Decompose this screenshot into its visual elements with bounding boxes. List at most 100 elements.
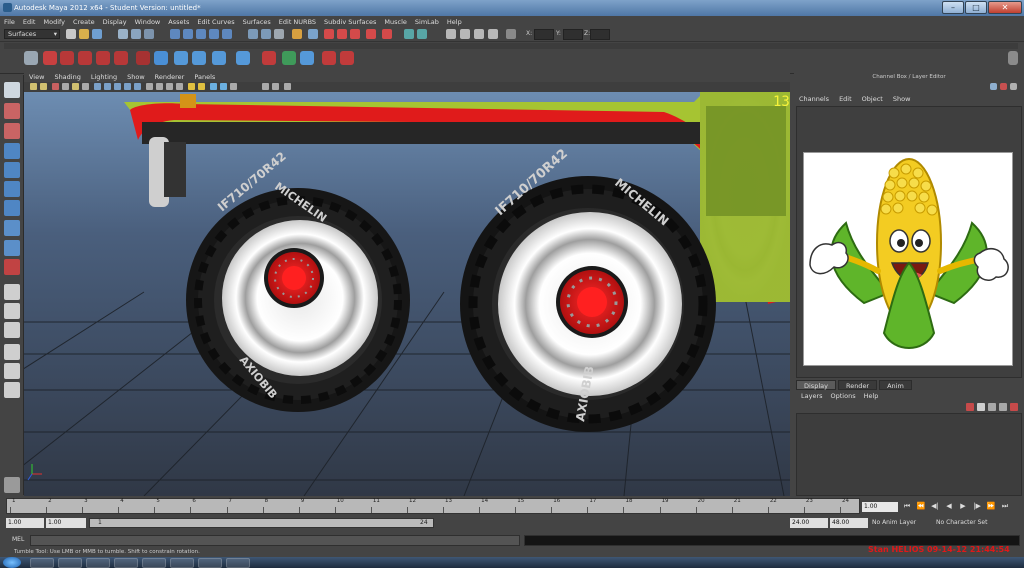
- shelf-ep-curve-icon[interactable]: [96, 51, 110, 65]
- shelf-boundary-icon[interactable]: [282, 51, 296, 65]
- animation-end-field[interactable]: 48.00: [830, 518, 868, 528]
- layer-list[interactable]: [796, 413, 1022, 496]
- menu-simlab[interactable]: SimLab: [415, 18, 439, 26]
- tab-display[interactable]: Display: [796, 380, 836, 390]
- z-input[interactable]: [590, 29, 610, 40]
- go-to-start-button[interactable]: ⏮: [902, 502, 912, 511]
- panel-menu-renderer[interactable]: Renderer: [155, 73, 185, 81]
- panel-menu-panels[interactable]: Panels: [194, 73, 215, 81]
- question-icon[interactable]: [274, 29, 284, 39]
- menu-edit-curves[interactable]: Edit Curves: [197, 18, 234, 26]
- render-view-icon[interactable]: [308, 29, 318, 39]
- rotate-tool-icon[interactable]: [4, 162, 20, 178]
- command-input[interactable]: [30, 535, 520, 546]
- xray-joints-icon[interactable]: [220, 83, 227, 90]
- panel-menu-shading[interactable]: Shading: [54, 73, 80, 81]
- taskbar-maya-icon[interactable]: [114, 558, 138, 568]
- tab-render[interactable]: Render: [837, 380, 878, 390]
- lasso-tool-icon[interactable]: [4, 103, 20, 119]
- render-settings-icon[interactable]: [350, 29, 360, 39]
- move-tool-icon[interactable]: [4, 143, 20, 159]
- shelf-arc-icon[interactable]: [136, 51, 150, 65]
- history-icon[interactable]: [248, 29, 258, 39]
- panel-menu-show[interactable]: Show: [127, 73, 145, 81]
- range-slider[interactable]: [89, 518, 434, 528]
- hud-icon[interactable]: [262, 83, 269, 90]
- two-d-pan-icon[interactable]: [62, 83, 69, 90]
- snap-point-icon[interactable]: [196, 29, 206, 39]
- shelf-revolve-icon[interactable]: [154, 51, 168, 65]
- shelf-loft-icon[interactable]: [192, 51, 206, 65]
- anim-layer-selector[interactable]: No Anim Layer: [872, 519, 916, 526]
- shelf-tab-strip[interactable]: [4, 43, 1018, 49]
- tool-options-icon[interactable]: [4, 477, 20, 493]
- layout-hypershade-icon[interactable]: [4, 382, 20, 398]
- smooth-shade-icon[interactable]: [156, 83, 163, 90]
- menu-edit-nurbs[interactable]: Edit NURBS: [279, 18, 316, 26]
- layer-editor-toggle-icon[interactable]: [488, 29, 498, 39]
- channel-menu-channels[interactable]: Channels: [799, 95, 829, 103]
- gate-mask-icon[interactable]: [104, 83, 111, 90]
- taskbar-explorer-icon[interactable]: [58, 558, 82, 568]
- menu-help[interactable]: Help: [447, 18, 462, 26]
- show-manipulator-icon[interactable]: [4, 240, 20, 256]
- image-plane-icon[interactable]: [52, 83, 59, 90]
- shelf-planar-icon[interactable]: [212, 51, 226, 65]
- layout-graph-icon[interactable]: [4, 363, 20, 379]
- menu-file[interactable]: File: [4, 18, 15, 26]
- channel-settings-icon[interactable]: [1010, 83, 1017, 90]
- last-tool-icon[interactable]: [4, 259, 20, 275]
- use-all-lights-icon[interactable]: [188, 83, 195, 90]
- select-component-icon[interactable]: [144, 29, 154, 39]
- new-layer-selected-icon[interactable]: [977, 403, 985, 411]
- menu-surfaces[interactable]: Surfaces: [243, 18, 271, 26]
- step-forward-frame-button[interactable]: |▶: [972, 502, 982, 511]
- open-scene-icon[interactable]: [79, 29, 89, 39]
- go-to-end-button[interactable]: ⏭: [1000, 502, 1010, 511]
- isolate-select-icon[interactable]: [230, 83, 237, 90]
- channel-menu-edit[interactable]: Edit: [839, 95, 852, 103]
- layout-four-icon[interactable]: [4, 303, 20, 319]
- tab-anim[interactable]: Anim: [879, 380, 912, 390]
- snap-curve-icon[interactable]: [183, 29, 193, 39]
- animation-start-field[interactable]: 1.00: [6, 518, 44, 528]
- menu-modify[interactable]: Modify: [43, 18, 65, 26]
- panel-menu-view[interactable]: View: [29, 73, 44, 81]
- layout-outliner-icon[interactable]: [4, 344, 20, 360]
- ipr-render-icon[interactable]: [337, 29, 347, 39]
- layer-menu-help[interactable]: Help: [864, 392, 879, 400]
- taskbar-app-icon[interactable]: [142, 558, 166, 568]
- render-frame-icon[interactable]: [324, 29, 334, 39]
- resolution-gate-icon[interactable]: [94, 83, 101, 90]
- wireframe-icon[interactable]: [146, 83, 153, 90]
- layer-menu-options[interactable]: Options: [831, 392, 856, 400]
- menu-muscle[interactable]: Muscle: [384, 18, 407, 26]
- safe-title-icon[interactable]: [134, 83, 141, 90]
- taskbar-app4-icon[interactable]: [226, 558, 250, 568]
- taskbar-app3-icon[interactable]: [198, 558, 222, 568]
- channel-menu-show[interactable]: Show: [893, 95, 911, 103]
- command-language-label[interactable]: MEL: [12, 536, 24, 543]
- current-frame-field[interactable]: 1.00: [862, 502, 898, 512]
- lock-icon[interactable]: [292, 29, 302, 39]
- wireframe-on-shaded-icon[interactable]: [166, 83, 173, 90]
- select-tool-icon[interactable]: [4, 82, 20, 98]
- shelf-extrude-icon[interactable]: [236, 51, 250, 65]
- menu-subdiv-surfaces[interactable]: Subdiv Surfaces: [324, 18, 376, 26]
- save-scene-icon[interactable]: [92, 29, 102, 39]
- new-layer-icon[interactable]: [966, 403, 974, 411]
- taskbar-ie-icon[interactable]: [30, 558, 54, 568]
- layer-editor-icon[interactable]: [1000, 83, 1007, 90]
- soft-modification-icon[interactable]: [4, 220, 20, 236]
- shelf-curve-icon[interactable]: [60, 51, 74, 65]
- attribute-editor-toggle-icon[interactable]: [460, 29, 470, 39]
- film-gate-icon[interactable]: [82, 83, 89, 90]
- taskbar-media-icon[interactable]: [86, 558, 110, 568]
- shelf-birail-icon[interactable]: [262, 51, 276, 65]
- new-scene-icon[interactable]: [66, 29, 76, 39]
- shelf-pencil-curve-icon[interactable]: [114, 51, 128, 65]
- shelf-question-icon[interactable]: [43, 51, 57, 65]
- x-ray-icon[interactable]: [210, 83, 217, 90]
- snap-surface-icon[interactable]: [222, 29, 232, 39]
- channel-box-toggle-icon[interactable]: [446, 29, 456, 39]
